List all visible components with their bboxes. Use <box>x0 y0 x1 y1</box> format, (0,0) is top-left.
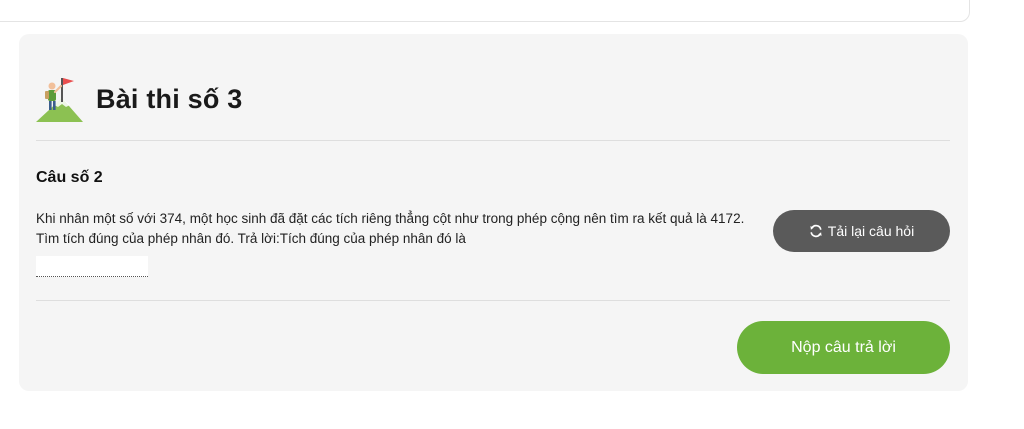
question-number: Câu số 2 <box>36 169 103 186</box>
header-divider <box>36 140 950 141</box>
exam-panel: Bài thi số 3 Câu số 2 Khi nhân một số vớ… <box>19 34 968 391</box>
reload-question-button[interactable]: Tải lại câu hỏi <box>773 210 950 252</box>
refresh-icon <box>810 224 822 238</box>
exam-title: Bài thi số 3 <box>96 83 243 114</box>
question-text: Khi nhân một số với 374, một học sinh đã… <box>36 211 745 246</box>
reload-question-label: Tải lại câu hỏi <box>827 223 915 239</box>
footer-divider <box>36 300 950 301</box>
submit-answer-label: Nộp câu trả lời <box>791 338 896 356</box>
submit-answer-button[interactable]: Nộp câu trả lời <box>737 321 950 374</box>
summit-flag-icon <box>36 78 83 122</box>
previous-card <box>0 0 970 22</box>
answer-input[interactable] <box>36 256 148 277</box>
exam-header: Bài thi số 3 <box>34 74 242 124</box>
